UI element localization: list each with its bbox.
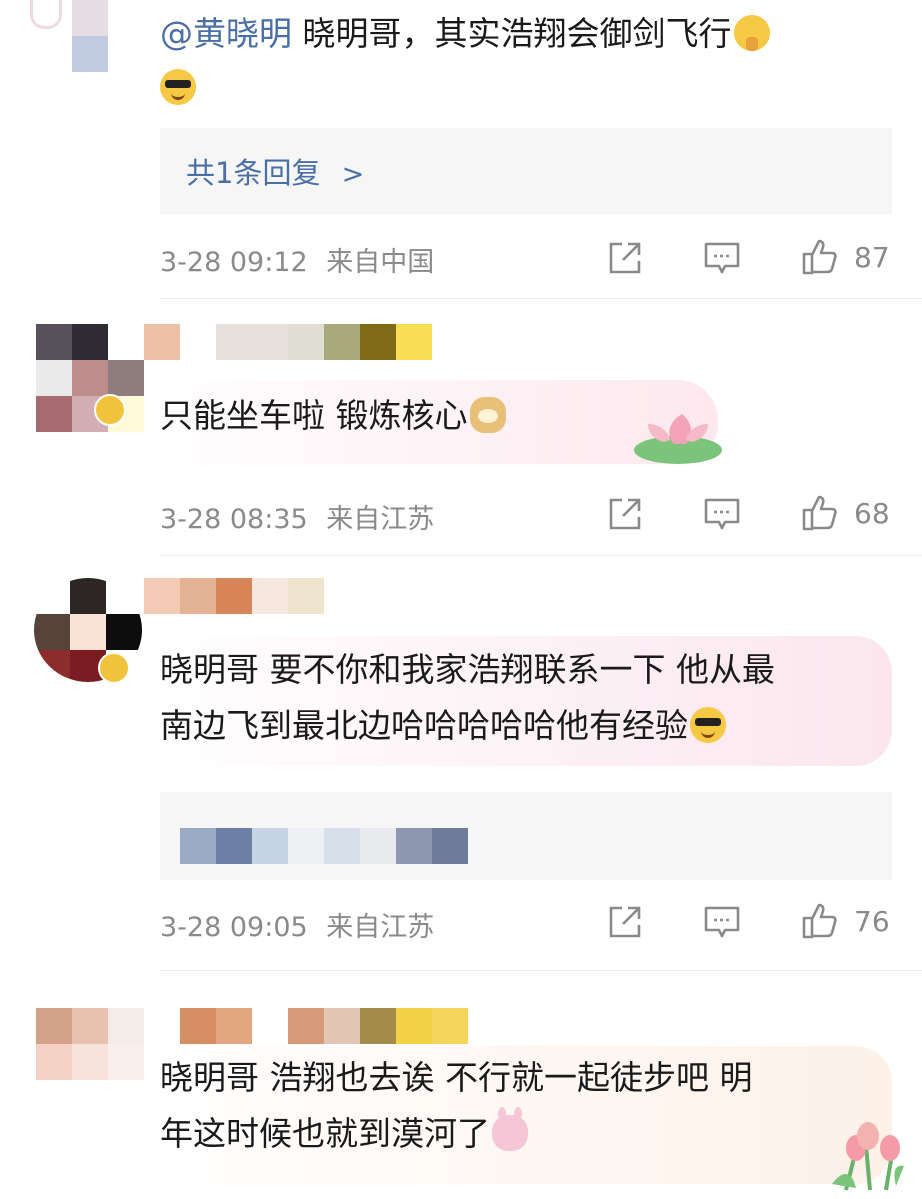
thumbs-up-icon [802,903,837,939]
username-blurred[interactable] [180,1008,468,1044]
divider [160,298,922,299]
avatar[interactable] [72,0,108,36]
bunny-emoji-icon [492,1107,528,1151]
avatar-ring [30,0,62,29]
like-count: 76 [854,904,890,938]
comment-button[interactable] [702,903,742,941]
comment-text: 晓明哥 浩翔也去诶 不行就一起徒步吧 明 [160,1058,753,1097]
username-blurred[interactable] [144,324,432,360]
like-button[interactable]: 68 [800,493,890,533]
comment-text: 只能坐车啦 锻炼核心 [160,388,506,444]
like-button[interactable]: 76 [800,901,890,941]
username-blurred[interactable] [144,578,324,614]
share-icon [609,906,641,938]
like-button[interactable]: 87 [800,237,890,277]
comment-icon [704,906,740,938]
timestamp: 3-28 09:12 [160,247,308,278]
comment-meta: 3-28 09:12 来自中国 [160,240,434,279]
comment-text-line2 [160,60,196,116]
chevron-right-icon: > [341,159,365,190]
tulip-decoration-icon [826,1112,906,1192]
comment-meta: 3-28 08:35 来自江苏 [160,497,434,536]
avatar[interactable] [36,1008,144,1080]
share-button[interactable] [606,495,644,533]
comment-text-line2: 南边飞到最北边哈哈哈哈哈他有经验 [160,698,726,754]
shush-emoji-icon [733,15,770,51]
verified-badge-icon [98,652,130,684]
like-count: 87 [854,240,890,274]
avatar[interactable] [36,324,144,432]
divider [160,970,922,971]
comment-meta: 3-28 09:05 来自江苏 [160,905,434,944]
avatar-lower [72,36,108,72]
location: 来自中国 [326,247,435,278]
share-button[interactable] [606,903,644,941]
thumbs-up-icon [802,495,837,531]
comment-text: 晓明哥 要不你和我家浩翔联系一下 他从最 [160,650,775,689]
timestamp: 3-28 08:35 [160,504,308,535]
lotus-decoration-icon [634,396,730,466]
divider [160,555,922,556]
comment-button[interactable] [702,239,742,277]
thumbs-up-icon [802,239,837,275]
verified-badge-icon [94,394,126,426]
user-mention[interactable]: @黄晓明 [160,14,292,53]
comment-text-line2: 年这时候也就到漠河了 [160,1106,528,1162]
timestamp: 3-28 09:05 [160,912,308,943]
comment-text: @黄晓明 晓明哥，其实浩翔会御剑飞行 [160,6,770,62]
share-button[interactable] [606,239,644,277]
view-replies-link[interactable]: 共1条回复 > [186,150,364,192]
share-icon [609,242,641,274]
sunglasses-emoji-icon [690,707,726,743]
location: 来自江苏 [326,504,435,535]
reply-preview-blurred [180,828,468,864]
comment-icon [704,498,740,530]
dog-emoji-icon [469,397,506,433]
location: 来自江苏 [326,912,435,943]
comment-icon [704,242,740,274]
comment-button[interactable] [702,495,742,533]
like-count: 68 [854,496,890,530]
sunglasses-emoji-icon [160,69,196,105]
share-icon [609,498,641,530]
